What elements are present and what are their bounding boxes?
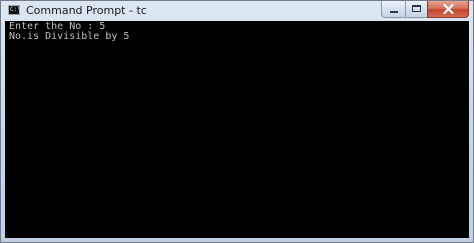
command-prompt-icon[interactable]: C:\: [8, 5, 21, 15]
minimize-icon: [390, 11, 398, 13]
maximize-icon: [412, 5, 421, 12]
console-line-result: No.is Divisible by 5: [9, 31, 130, 42]
minimize-button[interactable]: [381, 1, 405, 18]
console-output[interactable]: Enter the No : 5 No.is Divisible by 5: [5, 21, 469, 238]
app-icon-text: C:\: [10, 6, 21, 13]
command-prompt-window: C:\ Command Prompt - tc Enter the No : 5…: [0, 0, 474, 243]
window-title: Command Prompt - tc: [26, 4, 147, 17]
close-icon: [428, 1, 468, 17]
close-button[interactable]: [427, 1, 469, 18]
maximize-button[interactable]: [405, 1, 427, 18]
title-bar[interactable]: C:\ Command Prompt - tc: [1, 1, 473, 21]
caption-buttons: [381, 1, 469, 18]
